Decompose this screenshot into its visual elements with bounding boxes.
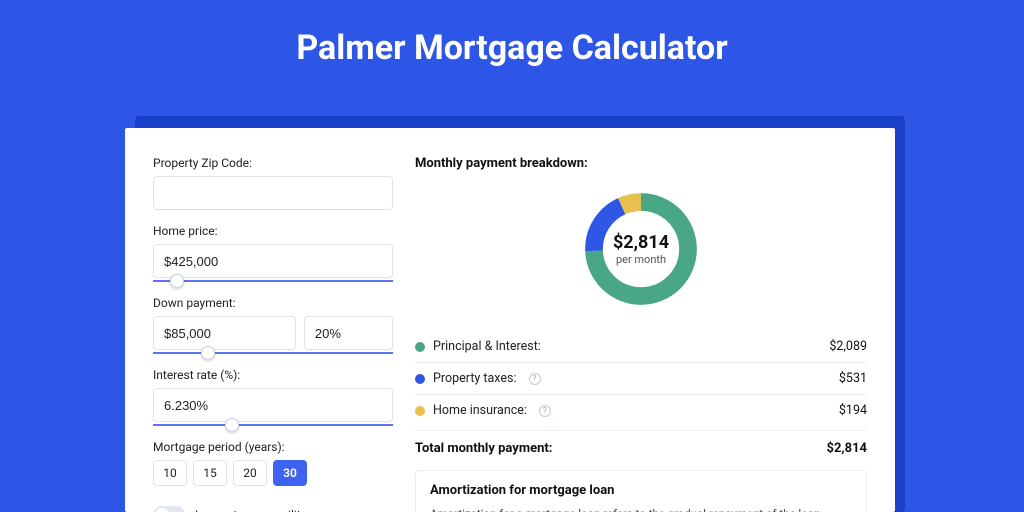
- home-price-input[interactable]: [153, 244, 393, 278]
- period-button-20[interactable]: 20: [233, 460, 267, 486]
- down-payment-slider[interactable]: [153, 352, 393, 354]
- down-payment-input[interactable]: [153, 316, 296, 350]
- donut-chart-wrap: $2,814 per month: [415, 187, 867, 311]
- legend-dot: [415, 374, 425, 384]
- amortization-title: Amortization for mortgage loan: [430, 483, 852, 498]
- period-button-15[interactable]: 15: [193, 460, 227, 486]
- legend-label: Home insurance:: [433, 403, 527, 418]
- donut-center-value: $2,814: [613, 232, 669, 253]
- interest-field-group: Interest rate (%):: [153, 368, 393, 426]
- donut-center: $2,814 per month: [579, 187, 703, 311]
- inputs-column: Property Zip Code: Home price: Down paym…: [153, 156, 393, 512]
- legend: Principal & Interest: $2,089 Property taxe…: [415, 331, 867, 426]
- period-button-10[interactable]: 10: [153, 460, 187, 486]
- veteran-toggle-knob: [155, 508, 169, 512]
- period-button-row: 10152030: [153, 460, 393, 486]
- home-price-slider[interactable]: [153, 280, 393, 282]
- down-payment-slider-thumb[interactable]: [201, 346, 215, 360]
- total-value: $2,814: [827, 441, 868, 456]
- home-price-label: Home price:: [153, 224, 393, 238]
- legend-label: Property taxes:: [433, 371, 517, 386]
- page-title: Palmer Mortgage Calculator: [0, 0, 1024, 92]
- legend-row: Property taxes:? $531: [415, 363, 867, 395]
- period-field-group: Mortgage period (years): 10152030: [153, 440, 393, 486]
- home-price-slider-thumb[interactable]: [170, 274, 184, 288]
- interest-input[interactable]: [153, 388, 393, 422]
- total-row: Total monthly payment: $2,814: [415, 430, 867, 470]
- legend-row: Home insurance:? $194: [415, 395, 867, 426]
- down-payment-percent-input[interactable]: [304, 316, 393, 350]
- donut-center-sub: per month: [616, 253, 666, 266]
- veteran-toggle[interactable]: [153, 506, 185, 512]
- interest-slider[interactable]: [153, 424, 393, 426]
- amortization-text: Amortization for a mortgage loan refers …: [430, 506, 852, 512]
- zip-field-group: Property Zip Code:: [153, 156, 393, 210]
- veteran-toggle-row: I am veteran or military: [153, 506, 393, 512]
- period-label: Mortgage period (years):: [153, 440, 393, 454]
- breakdown-title: Monthly payment breakdown:: [415, 156, 867, 171]
- legend-dot: [415, 406, 425, 416]
- donut-chart: $2,814 per month: [579, 187, 703, 311]
- info-icon[interactable]: ?: [529, 373, 541, 385]
- legend-value: $2,089: [829, 339, 867, 354]
- info-icon[interactable]: ?: [539, 405, 551, 417]
- home-price-field-group: Home price:: [153, 224, 393, 282]
- zip-label: Property Zip Code:: [153, 156, 393, 170]
- breakdown-column: Monthly payment breakdown: $2,814 per mo…: [415, 156, 867, 512]
- legend-dot: [415, 342, 425, 352]
- down-payment-field-group: Down payment:: [153, 296, 393, 354]
- veteran-label: I am veteran or military: [195, 508, 317, 512]
- calculator-card: Property Zip Code: Home price: Down paym…: [125, 128, 895, 512]
- legend-label: Principal & Interest:: [433, 339, 541, 354]
- legend-value: $194: [839, 403, 867, 418]
- interest-label: Interest rate (%):: [153, 368, 393, 382]
- period-button-30[interactable]: 30: [273, 460, 307, 486]
- legend-row: Principal & Interest: $2,089: [415, 331, 867, 363]
- down-payment-label: Down payment:: [153, 296, 393, 310]
- amortization-box: Amortization for mortgage loan Amortizat…: [415, 470, 867, 512]
- interest-slider-thumb[interactable]: [225, 418, 239, 432]
- legend-value: $531: [839, 371, 867, 386]
- total-label: Total monthly payment:: [415, 441, 552, 456]
- zip-input[interactable]: [153, 176, 393, 210]
